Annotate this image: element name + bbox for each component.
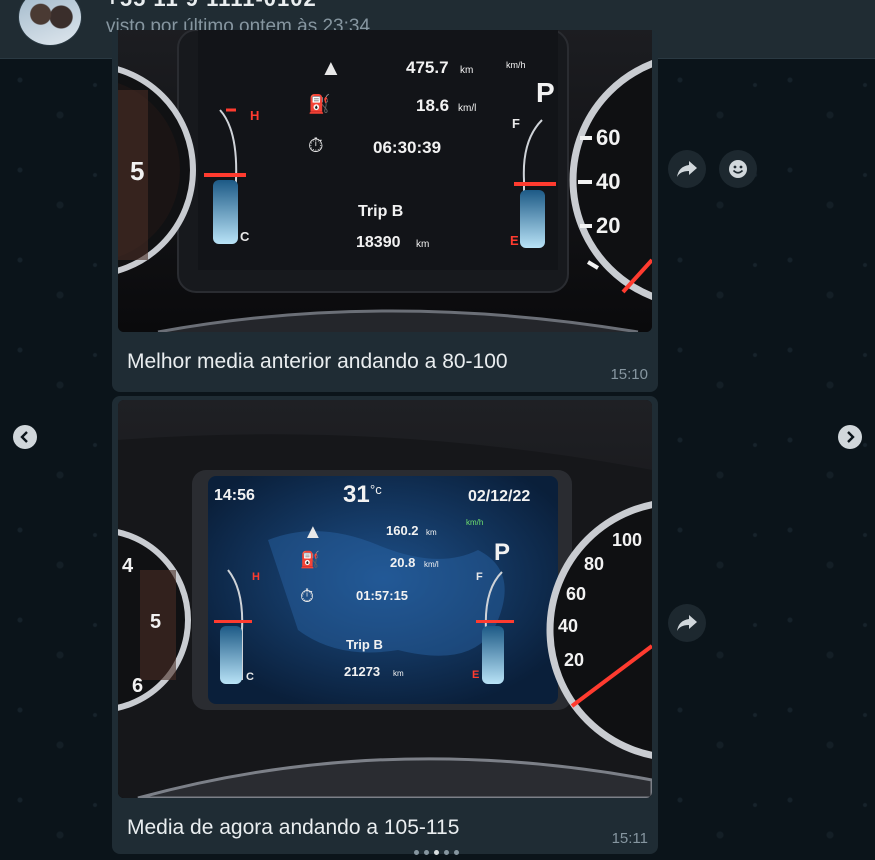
tach-label: 5 — [130, 156, 144, 186]
svg-text:H: H — [250, 108, 259, 123]
trip-label: Trip B — [346, 637, 383, 652]
trip-time-value: 06:30:39 — [373, 138, 441, 157]
gear-indicator: P — [536, 77, 555, 108]
svg-text:km: km — [416, 239, 429, 250]
economy-value: 20.8 — [390, 555, 415, 570]
message-caption: Media de agora andando a 105-115 — [127, 816, 460, 839]
message-time: 15:11 — [611, 830, 648, 847]
svg-text:km: km — [393, 669, 404, 678]
trip-time-value: 01:57:15 — [356, 588, 408, 603]
trip-label: Trip B — [358, 203, 403, 220]
carousel-dot[interactable] — [424, 850, 429, 855]
carousel-indicator — [414, 850, 459, 855]
svg-text:km/h: km/h — [466, 518, 483, 527]
chevron-right-icon — [847, 431, 855, 443]
svg-text:H: H — [252, 571, 260, 583]
date-value: 02/12/22 — [468, 488, 530, 505]
image-message[interactable]: 14:56 31 °c 02/12/22 ▲ ⛽ 160.2 km 20.8 k… — [112, 396, 658, 854]
svg-text:40: 40 — [558, 616, 578, 636]
range-value: 475.7 — [406, 58, 449, 77]
forward-icon — [677, 161, 697, 177]
svg-text:km: km — [426, 528, 437, 537]
outside-temp: 31 — [343, 481, 370, 508]
svg-text:20: 20 — [596, 213, 620, 238]
forward-icon — [677, 615, 697, 631]
dashboard-photo-1: 5 H C ▲ ⛽ 475.7 km 18.6 km/l ⏱ 06:30:39 … — [118, 30, 652, 332]
gear-indicator: P — [494, 539, 510, 566]
image-message[interactable]: 5 H C ▲ ⛽ 475.7 km 18.6 km/l ⏱ 06:30:39 … — [112, 30, 658, 392]
message-caption: Melhor media anterior andando a 80-100 — [127, 350, 508, 373]
forward-button[interactable] — [668, 604, 706, 642]
svg-text:C: C — [246, 671, 254, 683]
svg-text:6: 6 — [132, 675, 143, 697]
svg-text:km/l: km/l — [458, 103, 476, 114]
svg-text:km: km — [460, 65, 473, 76]
avatar[interactable] — [18, 0, 82, 46]
svg-text:km/l: km/l — [424, 560, 439, 569]
chevron-left-icon — [20, 431, 28, 443]
road-icon: ▲ — [320, 55, 342, 80]
svg-text:C: C — [240, 229, 250, 244]
emoji-icon — [729, 160, 747, 178]
economy-value: 18.6 — [416, 96, 449, 115]
svg-text:100: 100 — [612, 530, 642, 550]
svg-text:F: F — [512, 116, 520, 131]
svg-text:5: 5 — [150, 611, 161, 633]
carousel-dot[interactable] — [414, 850, 419, 855]
contact-name[interactable]: +55 11 9 1111-0102 — [106, 0, 317, 12]
svg-text:E: E — [472, 669, 479, 681]
svg-text:F: F — [476, 571, 483, 583]
fuel-pump-icon: ⛽ — [308, 93, 330, 114]
clock-value: 14:56 — [214, 487, 255, 504]
trip-time-icon: ⏱ — [300, 586, 314, 606]
previous-button[interactable] — [13, 425, 37, 449]
carousel-dot[interactable] — [454, 850, 459, 855]
svg-text:E: E — [510, 233, 519, 248]
range-value: 160.2 — [386, 523, 419, 538]
trip-time-icon: ⏱ — [308, 135, 324, 157]
svg-text:4: 4 — [122, 555, 134, 577]
dashboard-photo-2: 14:56 31 °c 02/12/22 ▲ ⛽ 160.2 km 20.8 k… — [118, 400, 652, 798]
svg-text:60: 60 — [596, 125, 620, 150]
svg-text:40: 40 — [596, 169, 620, 194]
svg-text:60: 60 — [566, 584, 586, 604]
forward-button[interactable] — [668, 150, 706, 188]
svg-text:20: 20 — [564, 650, 584, 670]
next-button[interactable] — [838, 425, 862, 449]
road-icon: ▲ — [303, 521, 323, 543]
trip-distance: 18390 — [356, 234, 401, 251]
svg-text:80: 80 — [584, 554, 604, 574]
svg-text:°c: °c — [370, 482, 382, 497]
fuel-pump-icon: ⛽ — [300, 550, 320, 569]
trip-distance: 21273 — [344, 664, 380, 679]
carousel-dot-active[interactable] — [434, 850, 439, 855]
carousel-dot[interactable] — [444, 850, 449, 855]
message-photo[interactable]: 5 H C ▲ ⛽ 475.7 km 18.6 km/l ⏱ 06:30:39 … — [118, 30, 652, 332]
react-button[interactable] — [719, 150, 757, 188]
message-photo[interactable]: 14:56 31 °c 02/12/22 ▲ ⛽ 160.2 km 20.8 k… — [118, 400, 652, 798]
message-time: 15:10 — [610, 366, 648, 383]
svg-text:km/h: km/h — [506, 60, 526, 70]
